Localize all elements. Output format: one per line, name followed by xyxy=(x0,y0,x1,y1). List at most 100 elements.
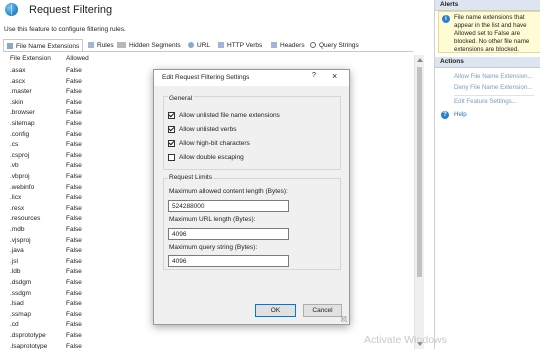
max-content-length-label: Maximum allowed content length (Bytes): xyxy=(169,188,288,195)
file-extension-cell: .asax xyxy=(10,67,26,74)
table-row[interactable]: .master False xyxy=(3,87,153,98)
activate-windows-watermark: Activate Windows xyxy=(364,334,447,346)
table-row[interactable]: .lsaprototype False xyxy=(3,342,153,349)
table-row[interactable]: .webinfo False xyxy=(3,183,153,194)
dialog-close-button[interactable]: × xyxy=(332,71,337,81)
table-row[interactable]: .ssdgm False xyxy=(3,289,153,300)
table-row[interactable]: .ssmap False xyxy=(3,310,153,321)
tab-headers[interactable]: Headers xyxy=(271,39,305,51)
allowed-cell: False xyxy=(66,204,82,212)
tab-label: Rules xyxy=(97,41,114,49)
dialog-help-button[interactable]: ? xyxy=(312,72,316,79)
table-row[interactable]: .cd False xyxy=(3,320,153,331)
file-extension-cell: .lsaprototype xyxy=(10,342,48,349)
table-row[interactable]: .cs False xyxy=(3,140,153,151)
tab-url[interactable]: URL xyxy=(188,39,210,51)
table-row[interactable]: .dsprototype False xyxy=(3,331,153,342)
request-limits-group-label: Request Limits xyxy=(168,174,213,181)
scroll-up-arrow-icon[interactable] xyxy=(417,58,423,62)
file-extension-cell: .mdb xyxy=(10,226,25,233)
allowed-cell: False xyxy=(66,215,82,223)
checkbox-label: Allow unlisted file name extensions xyxy=(179,111,280,119)
allowed-cell: False xyxy=(66,332,82,339)
tab-http-verbs[interactable]: HTTP Verbs xyxy=(218,39,262,51)
url-icon xyxy=(188,42,194,48)
column-header-file-extension[interactable]: File Extension xyxy=(10,55,51,62)
allowed-cell: False xyxy=(66,77,82,85)
table-row[interactable]: .vbproj False xyxy=(3,172,153,183)
table-row[interactable]: .csproj False xyxy=(3,151,153,162)
resize-grip-icon[interactable] xyxy=(341,316,347,322)
allow-unlisted-file-name-extensions-checkbox[interactable]: Allow unlisted file name extensions xyxy=(168,110,280,120)
file-extension-cell: .master xyxy=(10,88,32,96)
file-extension-cell: .ssdgm xyxy=(10,289,31,297)
table-row[interactable]: .java False xyxy=(3,246,153,257)
allow-unlisted-verbs-checkbox[interactable]: Allow unlisted verbs xyxy=(168,124,236,134)
globe-icon xyxy=(5,3,18,16)
allow-high-bit-characters-checkbox[interactable]: Allow high-bit characters xyxy=(168,138,250,148)
allowed-cell: False xyxy=(66,130,82,138)
allowed-cell: False xyxy=(66,141,82,149)
cancel-button[interactable]: Cancel xyxy=(303,304,342,317)
file-extension-cell: .ascx xyxy=(10,77,26,85)
file-extension-cell: .sitemap xyxy=(10,120,35,127)
table-row[interactable]: .vb False xyxy=(3,161,153,172)
checkbox-box[interactable] xyxy=(168,125,175,133)
vertical-scrollbar[interactable] xyxy=(414,55,424,349)
checkbox-box[interactable] xyxy=(168,111,175,119)
scrollbar-thumb[interactable] xyxy=(417,67,422,277)
deny-file-name-extension-link[interactable]: Deny File Name Extension... xyxy=(454,84,532,91)
tab-label: File Name Extensions xyxy=(16,42,80,50)
max-query-string-input[interactable] xyxy=(168,255,289,267)
checkbox-label: Allow double escaping xyxy=(179,153,244,161)
table-row[interactable]: .dsdgm False xyxy=(3,278,153,289)
file-extension-cell: .jsl xyxy=(10,257,18,265)
allowed-cell: False xyxy=(66,183,82,191)
allowed-cell: False xyxy=(66,194,82,202)
file-extension-cell: .browser xyxy=(10,109,35,117)
edit-request-filtering-dialog: Edit Request Filtering Settings ? × Gene… xyxy=(153,69,350,325)
allowed-cell: False xyxy=(66,310,82,318)
allowed-cell: False xyxy=(66,300,82,308)
file-extension-cell: .dsdgm xyxy=(10,279,32,286)
max-content-length-input[interactable] xyxy=(168,200,289,212)
table-row[interactable]: .lsad False xyxy=(3,299,153,310)
file-extension-cell: .ldb xyxy=(10,268,21,276)
tab-label: URL xyxy=(197,41,211,49)
tab-query-strings[interactable]: Query Strings xyxy=(310,39,359,51)
tab-rules[interactable]: Rules xyxy=(88,39,114,51)
checkbox-label: Allow unlisted verbs xyxy=(179,125,237,133)
edit-feature-settings-link[interactable]: Edit Feature Settings... xyxy=(454,98,517,105)
checkbox-box[interactable] xyxy=(168,153,175,161)
table-row[interactable]: .vjsproj False xyxy=(3,236,153,247)
table-row[interactable]: .jsl False xyxy=(3,257,153,268)
column-header-allowed[interactable]: Allowed xyxy=(66,55,89,62)
table-row[interactable]: .resources False xyxy=(3,214,153,225)
table-row[interactable]: .sitemap False xyxy=(3,119,153,130)
page-description: Use this feature to configure filtering … xyxy=(4,26,126,33)
table-row[interactable]: .ascx False xyxy=(3,77,153,88)
table-row[interactable]: .resx False xyxy=(3,204,153,215)
table-row[interactable]: .ldb False xyxy=(3,267,153,278)
allowed-cell: False xyxy=(66,342,82,349)
table-row[interactable]: .skin False xyxy=(3,98,153,109)
max-url-length-input[interactable] xyxy=(168,228,289,240)
file-extension-cell: .cs xyxy=(10,141,19,149)
table-row[interactable]: .mdb False xyxy=(3,225,153,236)
table-row[interactable]: .licx False xyxy=(3,193,153,204)
help-link[interactable]: Help xyxy=(454,111,467,118)
table-row[interactable]: .asax False xyxy=(3,66,153,77)
checkbox-box[interactable] xyxy=(168,139,175,147)
tab-hidden-segments[interactable]: Hidden Segments xyxy=(117,39,181,51)
table-row[interactable]: .browser False xyxy=(3,108,153,119)
allow-file-name-extension-link[interactable]: Allow File Name Extension... xyxy=(454,73,533,80)
allow-double-escaping-checkbox[interactable]: Allow double escaping xyxy=(168,152,244,162)
table-row[interactable]: .config False xyxy=(3,130,153,141)
file-extension-cell: .skin xyxy=(10,98,24,106)
allowed-cell: False xyxy=(66,67,82,74)
alert-text: File name extensions that appear in the … xyxy=(454,14,530,53)
allowed-cell: False xyxy=(66,247,82,255)
ok-button[interactable]: OK xyxy=(255,304,296,317)
help-icon: ? xyxy=(441,111,449,119)
file-extension-cell: .resources xyxy=(10,215,41,223)
